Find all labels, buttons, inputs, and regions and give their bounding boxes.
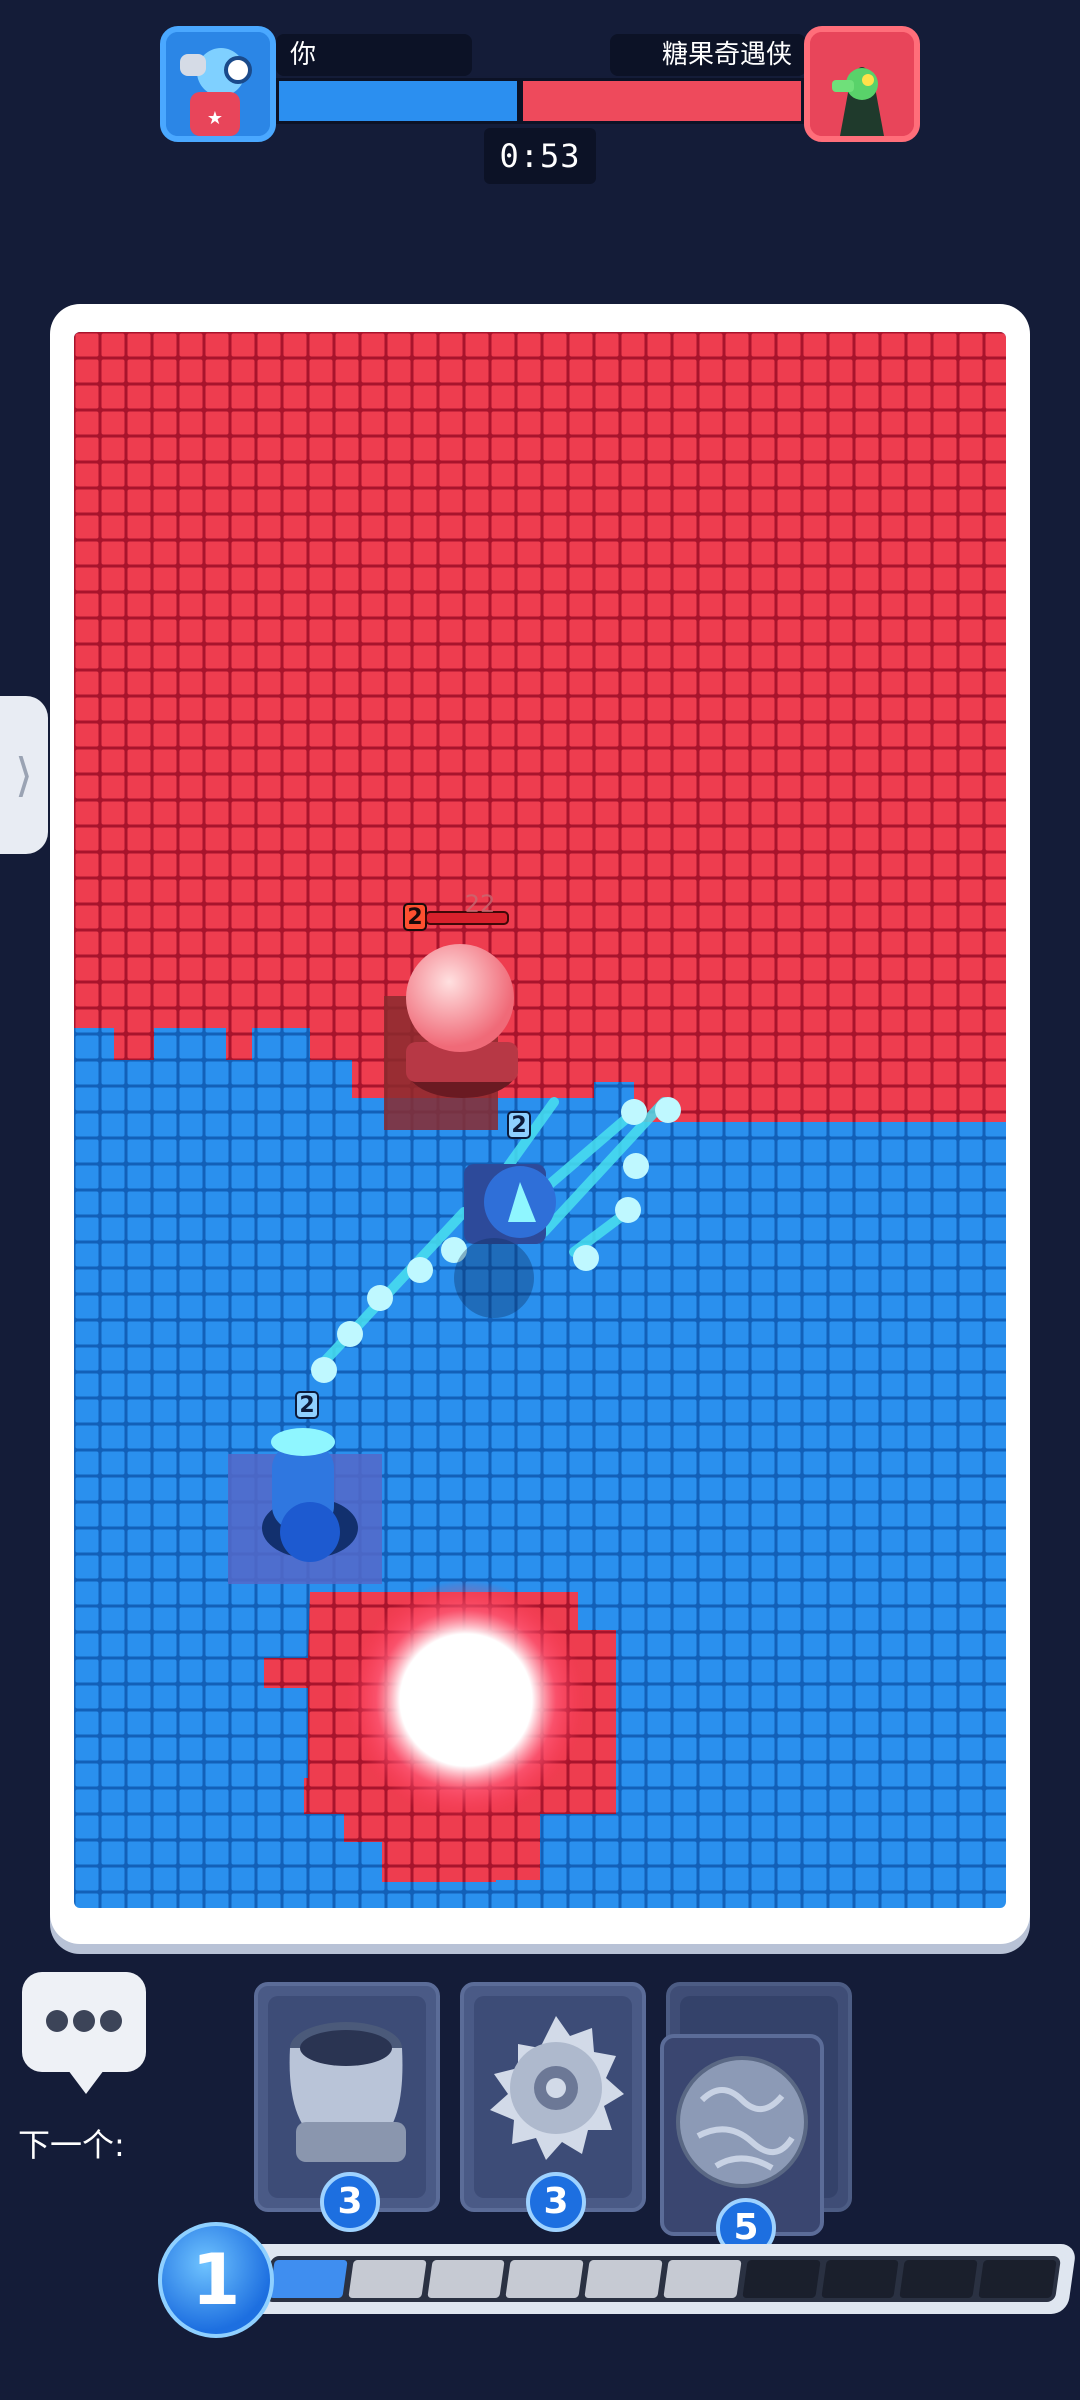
next-card-label: 下一个: [18, 2126, 125, 2164]
red-territory [74, 332, 1006, 1122]
side-panel-handle[interactable]: ⟩ [0, 696, 48, 854]
impact-flash [346, 1580, 586, 1820]
opponent-name: 糖果奇遇侠 [610, 34, 806, 76]
elixir-segment [348, 2260, 427, 2298]
svg-text:★: ★ [207, 108, 223, 129]
boulder-icon [676, 2056, 808, 2188]
opponent-avatar [804, 26, 920, 142]
elixir-count: 1 [158, 2222, 274, 2338]
mortar-icon [289, 2022, 406, 2162]
elixir-segment [820, 2260, 900, 2298]
enemy-tower-hp: 22 [465, 890, 496, 918]
player-name: 你 [276, 34, 472, 76]
card-cost: 3 [526, 2172, 586, 2232]
card-boulder[interactable]: 5 [660, 2034, 824, 2258]
elixir-segment [269, 2260, 348, 2298]
cannon-level-badge: 2 [295, 1391, 319, 1419]
chat-dot [100, 2010, 122, 2032]
elixir-segment [899, 2260, 978, 2298]
chat-dot [46, 2010, 68, 2032]
match-timer: 0:53 [484, 128, 596, 184]
elixir-segment [978, 2260, 1057, 2298]
elixir-segment [505, 2260, 584, 2298]
saw-blade-icon [490, 2016, 624, 2160]
elixir-segment [584, 2260, 663, 2298]
card-mortar[interactable]: 3 [254, 1982, 440, 2232]
svg-text:2: 2 [299, 1393, 314, 1418]
chat-button[interactable] [22, 1972, 146, 2094]
player-avatar: ★ [160, 26, 276, 142]
mech-level-badge: 2 [507, 1111, 531, 1139]
elixir-track [264, 2256, 1062, 2302]
chat-dot [73, 2010, 95, 2032]
card-cost: 3 [320, 2172, 380, 2232]
svg-text:2: 2 [407, 905, 422, 930]
elixir-segment [426, 2260, 506, 2298]
opponent-territory-bar [520, 78, 804, 124]
svg-text:2: 2 [511, 1113, 526, 1138]
player-territory-bar [276, 78, 520, 124]
arena-grid[interactable]: 2 22 2 2 [74, 332, 1006, 1908]
elixir-segment [742, 2260, 821, 2298]
card-saw[interactable]: 3 [460, 1982, 646, 2232]
elixir-segment [663, 2260, 742, 2298]
enemy-tower-level-badge: 2 [403, 903, 427, 931]
